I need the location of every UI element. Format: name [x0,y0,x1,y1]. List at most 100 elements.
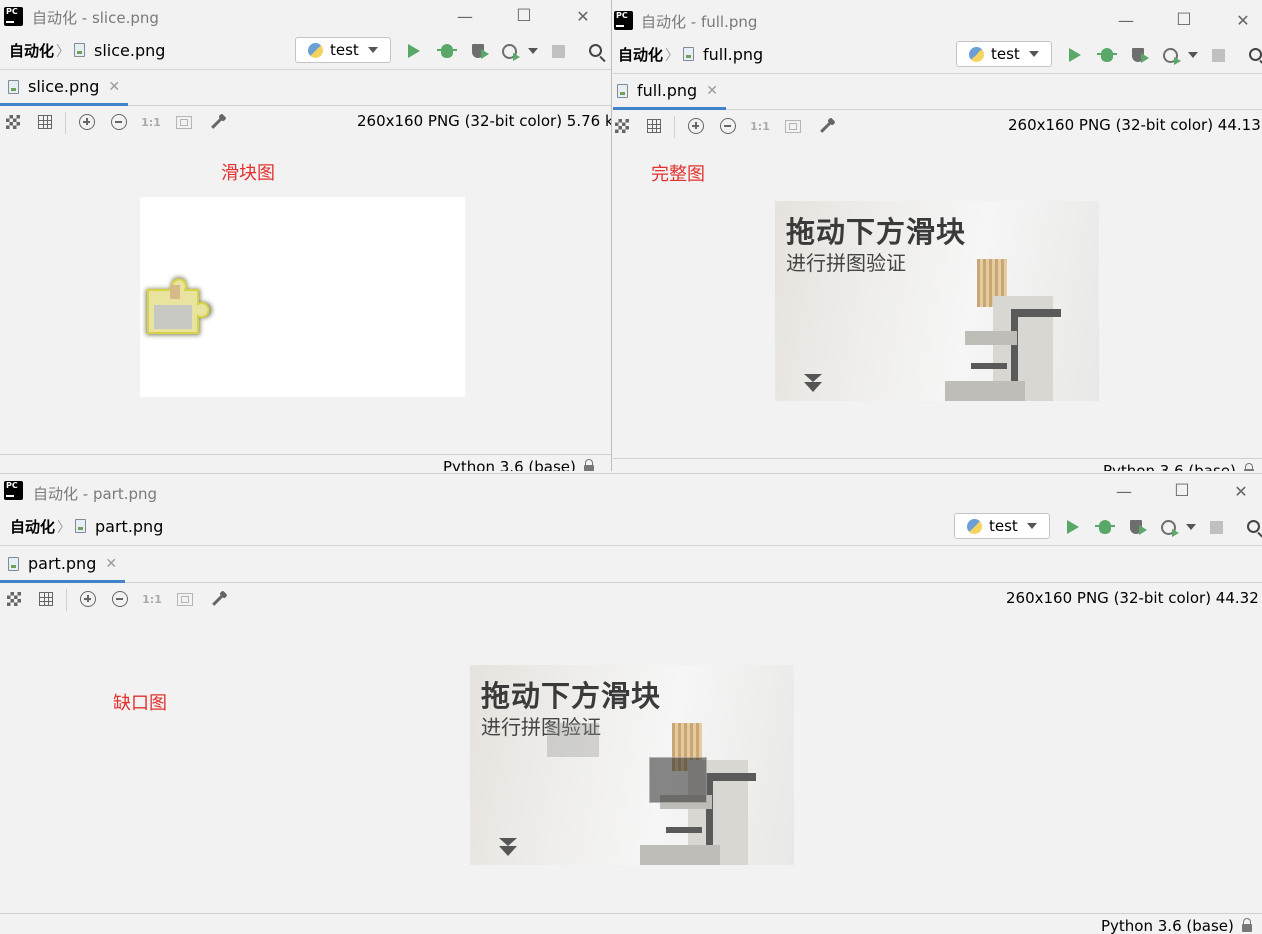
chessboard-toggle[interactable] [3,112,23,132]
fit-zoom-button[interactable] [175,589,195,609]
close-button[interactable]: ✕ [569,2,597,30]
stop-button[interactable] [1206,517,1226,537]
run-button[interactable] [404,41,424,61]
run-config-dropdown[interactable]: test [954,513,1050,539]
python-icon [308,42,323,58]
search-button[interactable] [1243,516,1262,536]
run-config-dropdown[interactable]: test [956,41,1052,67]
tab-close-icon[interactable]: ✕ [108,79,120,95]
zoom-out-button[interactable] [109,112,129,132]
color-picker-button[interactable] [207,112,227,132]
tab-close-icon[interactable]: ✕ [105,556,117,572]
tab-part-png[interactable]: part.png ✕ [0,547,126,583]
chessboard-toggle[interactable] [4,589,24,609]
minimize-button[interactable]: — [451,2,479,30]
zoom-in-icon [688,118,704,134]
breadcrumb-separator: 〉 [665,47,679,64]
minimize-button[interactable]: — [1112,6,1140,34]
breadcrumb-project[interactable]: 自动化 [9,40,54,61]
breadcrumb-file[interactable]: slice.png [94,41,165,60]
color-picker-button[interactable] [816,116,836,136]
more-run-options-button[interactable] [1183,45,1203,65]
search-button[interactable] [1245,44,1262,64]
run-config-dropdown[interactable]: test [295,37,391,63]
debug-button[interactable] [1097,45,1117,65]
fit-zoom-button[interactable] [174,112,194,132]
puzzle-gap [649,757,707,803]
interpreter-status[interactable]: Python 3.6 (base) [1103,462,1236,471]
image-canvas [140,197,465,397]
image-info: 260x160 PNG (32-bit color) 5.76 kB [357,112,612,130]
debug-button[interactable] [1095,517,1115,537]
actual-size-button[interactable]: 1:1 [142,589,162,609]
interpreter-status[interactable]: Python 3.6 (base) [443,458,576,471]
more-run-options-button[interactable] [523,41,543,61]
close-button[interactable]: ✕ [1227,477,1255,505]
profile-icon [501,43,520,61]
chevron-down-icon [528,48,538,54]
stop-button[interactable] [548,41,568,61]
interpreter-status[interactable]: Python 3.6 (base) [1101,917,1234,934]
coverage-button[interactable] [468,41,489,61]
navigation-bar: 自动化 〉 part.png test [0,508,1262,546]
title-bar: PC 自动化 - part.png — ☐ ✕ [0,474,1262,506]
grid-icon [38,115,52,129]
stop-button[interactable] [1208,45,1228,65]
editor-tabs: part.png ✕ [0,547,1262,583]
maximize-button[interactable]: ☐ [510,2,538,30]
tab-full-png[interactable]: full.png ✕ [613,74,726,110]
search-button[interactable] [585,40,605,60]
status-bar: Python 3.6 (base) [0,454,611,471]
image-file-icon [617,83,628,98]
zoom-out-icon [111,114,127,130]
chessboard-icon [6,115,20,129]
actual-size-icon: 1:1 [141,115,161,129]
profile-button[interactable] [499,41,520,61]
captcha-title: 拖动下方滑块 [786,215,967,249]
chessboard-toggle[interactable] [613,116,632,136]
tower-beam-low [971,363,1007,369]
profile-button[interactable] [1158,517,1179,537]
fit-zoom-button[interactable] [783,116,803,136]
maximize-button[interactable]: ☐ [1168,477,1196,505]
stop-icon [1211,48,1225,62]
lock-icon[interactable] [1244,463,1254,471]
navigation-bar: 自动化 〉 slice.png test [0,32,611,70]
zoom-in-button[interactable] [78,589,98,609]
zoom-in-button[interactable] [686,116,706,136]
coverage-button[interactable] [1128,45,1149,65]
coverage-button[interactable] [1126,517,1147,537]
more-run-options-button[interactable] [1181,517,1201,537]
image-file-icon [8,79,19,94]
zoom-out-button[interactable] [718,116,738,136]
breadcrumb-project[interactable]: 自动化 [10,516,55,537]
tab-slice-png[interactable]: slice.png ✕ [0,70,129,106]
debug-icon [1097,48,1117,62]
profile-button[interactable] [1160,45,1181,65]
debug-button[interactable] [437,41,457,61]
grid-toggle[interactable] [36,589,56,609]
grid-toggle[interactable] [35,112,55,132]
zoom-out-button[interactable] [110,589,130,609]
breadcrumb-project[interactable]: 自动化 [618,44,663,65]
minimize-button[interactable]: — [1110,477,1138,505]
zoom-in-button[interactable] [77,112,97,132]
python-icon [967,518,982,534]
profile-icon [1160,519,1179,537]
grid-icon [39,592,53,606]
color-picker-button[interactable] [208,589,228,609]
actual-size-button[interactable]: 1:1 [750,116,770,136]
close-button[interactable]: ✕ [1229,6,1257,34]
tab-close-icon[interactable]: ✕ [706,83,718,99]
run-button[interactable] [1063,517,1083,537]
actual-size-button[interactable]: 1:1 [141,112,161,132]
run-button[interactable] [1065,45,1085,65]
lock-icon[interactable] [1242,918,1252,932]
lock-icon[interactable] [584,459,594,471]
grid-toggle[interactable] [644,116,664,136]
actual-size-icon: 1:1 [142,592,162,606]
maximize-button[interactable]: ☐ [1170,6,1198,34]
breadcrumb-file[interactable]: full.png [703,45,763,64]
breadcrumb-file[interactable]: part.png [95,517,163,536]
chevron-down-icon [1026,523,1037,529]
